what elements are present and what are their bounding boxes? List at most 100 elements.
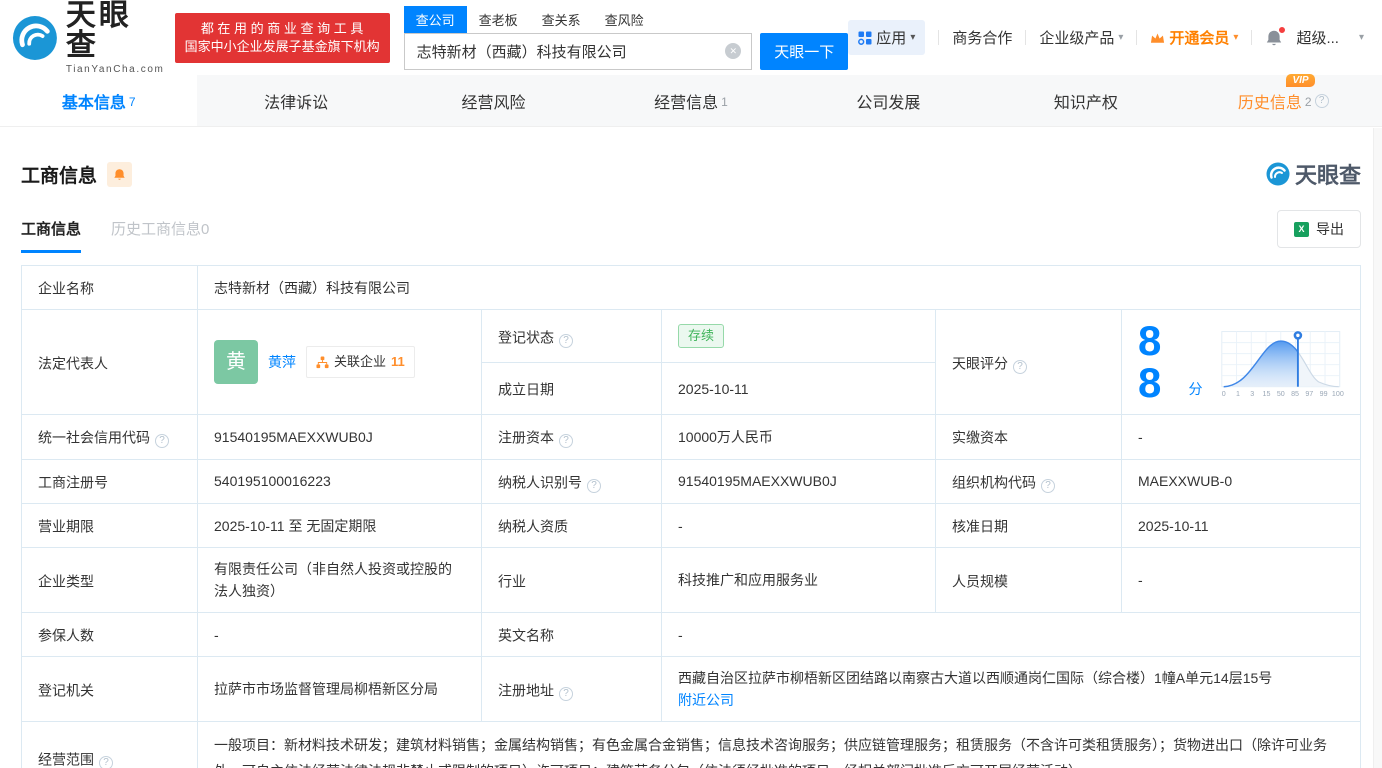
field-value: 91540195MAEXXWUB0J xyxy=(197,414,482,460)
nearby-companies-link[interactable]: 附近公司 xyxy=(678,692,734,708)
related-count: 11 xyxy=(391,354,405,370)
search-tab-risk[interactable]: 查风险 xyxy=(593,6,656,33)
notifications-button[interactable] xyxy=(1265,25,1287,47)
legal-rep-avatar[interactable]: 黄 xyxy=(214,340,258,385)
site-header: 天眼查 TianYanCha.com 都 在 用 的 商 业 查 询 工 具 国… xyxy=(0,0,1382,75)
field-label: 注册地址? xyxy=(481,656,662,723)
section-title: 工商信息 xyxy=(21,165,98,187)
field-label: 法定代表人 xyxy=(21,309,198,416)
user-account-menu[interactable]: 超级... ▾ xyxy=(1296,27,1364,48)
search-tab-company[interactable]: 查公司 xyxy=(403,5,467,33)
promo-banner: 都 在 用 的 商 业 查 询 工 具 国家中小企业发展子基金旗下机构 xyxy=(174,12,390,63)
field-label: 参保人数 xyxy=(21,612,198,658)
help-icon[interactable]: ? xyxy=(559,333,573,348)
promo-line-1: 都 在 用 的 商 业 查 询 工 具 xyxy=(200,20,364,36)
vip-upgrade-menu[interactable]: 开通会员 ▾ xyxy=(1150,27,1238,48)
svg-text:99: 99 xyxy=(1320,391,1328,399)
field-label: 登记机关 xyxy=(21,656,198,723)
legal-rep-name-link[interactable]: 黄萍 xyxy=(268,351,296,373)
svg-text:15: 15 xyxy=(1263,391,1271,399)
field-label: 注册资本? xyxy=(481,414,662,460)
tab-company-development[interactable]: 公司发展 xyxy=(790,75,987,126)
table-row: 企业类型 有限责任公司（非自然人投资或控股的法人独资） 行业 科技推广和应用服务… xyxy=(21,547,1361,614)
table-row: 企业名称 志特新材（西藏）科技有限公司 xyxy=(21,264,1361,311)
related-companies-badge[interactable]: 关联企业 11 xyxy=(306,346,415,379)
enterprise-label: 企业级产品 xyxy=(1039,30,1115,47)
field-value: - xyxy=(661,502,936,549)
field-label: 登记状态? xyxy=(481,309,662,364)
search-tab-boss[interactable]: 查老板 xyxy=(467,6,530,33)
business-scope-value: 一般项目：新材料技术研发；建筑材料销售；金属结构销售；有色金属合金销售；信息技术… xyxy=(197,721,1361,768)
help-icon[interactable]: ? xyxy=(1314,93,1329,108)
tab-history-info[interactable]: VIP 历史信息 2 ? xyxy=(1185,73,1382,126)
menu-item-enterprise[interactable]: 企业级产品 ▾ xyxy=(1039,27,1123,48)
header-menu: 应用 ▾ 商务合作 企业级产品 ▾ 开通会员 ▾ 超级... ▾ xyxy=(848,20,1364,55)
tab-basic-info[interactable]: 基本信息 7 xyxy=(0,75,198,126)
subscribe-bell-button[interactable] xyxy=(107,161,133,187)
field-label: 组织机构代码? xyxy=(935,458,1122,504)
tab-operating-info[interactable]: 经营信息 1 xyxy=(592,75,789,126)
scrollbar[interactable] xyxy=(1373,128,1382,768)
help-icon[interactable]: ? xyxy=(559,686,573,701)
apps-menu[interactable]: 应用 ▾ xyxy=(848,20,926,55)
tab-intellectual-property[interactable]: 知识产权 xyxy=(987,75,1184,126)
help-icon[interactable]: ? xyxy=(1041,478,1055,493)
caret-down-icon: ▾ xyxy=(1233,31,1239,43)
search-box[interactable]: ✕ xyxy=(403,32,753,70)
field-label: 核准日期 xyxy=(935,502,1122,549)
bell-icon xyxy=(114,168,125,180)
score-value: 88 xyxy=(1138,317,1162,407)
help-icon[interactable]: ? xyxy=(155,434,169,449)
field-label: 经营范围? xyxy=(21,721,198,768)
help-icon[interactable]: ? xyxy=(1013,359,1027,374)
search-tab-relation[interactable]: 查关系 xyxy=(530,6,593,33)
field-label: 行业 xyxy=(481,547,662,614)
org-chart-icon xyxy=(316,356,329,368)
table-row: 工商注册号 540195100016223 纳税人识别号? 91540195MA… xyxy=(21,458,1361,504)
help-icon[interactable]: ? xyxy=(559,434,573,449)
field-label: 工商注册号 xyxy=(21,458,198,504)
username-label: 超级... xyxy=(1296,30,1339,47)
tab-label: 经营信息 xyxy=(654,94,719,112)
search-input[interactable] xyxy=(416,42,726,60)
field-value: 有限责任公司（非自然人投资或控股的法人独资） xyxy=(197,547,482,614)
help-icon[interactable]: ? xyxy=(99,755,113,768)
subtab-business-info[interactable]: 工商信息 xyxy=(21,218,82,253)
tab-count: 1 xyxy=(721,94,728,109)
company-name-value: 志特新材（西藏）科技有限公司 xyxy=(197,264,1361,311)
logo-title: 天眼查 xyxy=(65,0,132,62)
search-submit-button[interactable]: 天眼一下 xyxy=(760,32,849,70)
svg-text:97: 97 xyxy=(1306,391,1314,399)
subtab-history-business-info[interactable]: 历史工商信息0 xyxy=(111,218,209,253)
field-value: 2025-10-11 至 无固定期限 xyxy=(197,502,482,549)
related-label: 关联企业 xyxy=(334,354,387,370)
tab-label: 法律诉讼 xyxy=(264,94,329,112)
clear-search-icon[interactable]: ✕ xyxy=(725,43,742,59)
field-value: 540195100016223 xyxy=(197,458,482,504)
tab-label: 经营风险 xyxy=(461,94,526,112)
vip-label: 开通会员 xyxy=(1169,30,1230,47)
site-logo[interactable]: 天眼查 TianYanCha.com xyxy=(12,0,165,75)
help-icon[interactable]: ? xyxy=(587,478,601,493)
apps-label: 应用 xyxy=(876,30,907,47)
tab-operating-risk[interactable]: 经营风险 xyxy=(395,75,592,126)
score-distribution-chart: 0 1 3 15 50 85 97 99 100 xyxy=(1221,331,1344,399)
tab-count: 7 xyxy=(128,94,136,109)
tab-legal-litigation[interactable]: 法律诉讼 xyxy=(197,75,394,126)
promo-line-2: 国家中小企业发展子基金旗下机构 xyxy=(184,38,380,54)
table-row: 经营范围? 一般项目：新材料技术研发；建筑材料销售；金属结构销售；有色金属合金销… xyxy=(21,721,1361,768)
field-value: - xyxy=(1121,547,1361,614)
watermark-text: 天眼查 xyxy=(1294,163,1361,188)
table-row: 统一社会信用代码? 91540195MAEXXWUB0J 注册资本? 10000… xyxy=(21,414,1361,460)
export-button[interactable]: X 导出 xyxy=(1277,210,1361,248)
main-content: 工商信息 天眼查 工商信息 历史工商信息0 X 导出 企业名称 志特新材（西藏）… xyxy=(0,158,1382,768)
menu-item-cooperation[interactable]: 商务合作 xyxy=(952,27,1012,48)
table-row: 营业期限 2025-10-11 至 无固定期限 纳税人资质 - 核准日期 202… xyxy=(21,502,1361,549)
business-info-table: 企业名称 志特新材（西藏）科技有限公司 法定代表人 黄 黄萍 关联企业 11 登… xyxy=(21,264,1361,768)
status-cell: 存续 xyxy=(661,309,936,364)
field-value: - xyxy=(197,612,482,658)
field-label: 企业类型 xyxy=(21,547,198,614)
tianyancha-logo-icon xyxy=(12,15,57,60)
field-value: MAEXXWUB-0 xyxy=(1121,458,1361,504)
field-value: 2025-10-11 xyxy=(1121,502,1361,549)
